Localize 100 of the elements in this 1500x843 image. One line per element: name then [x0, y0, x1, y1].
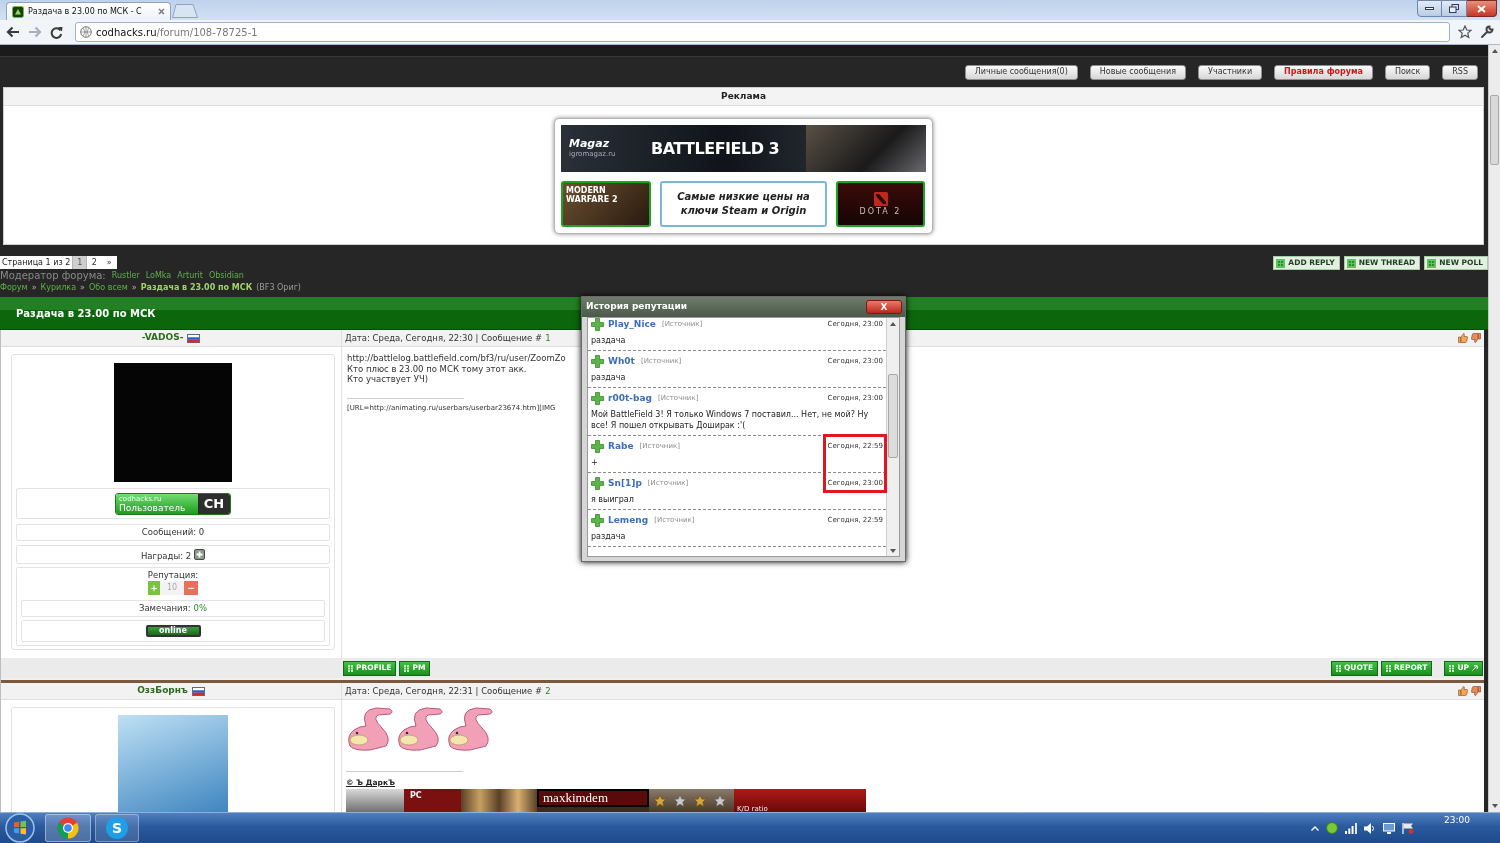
user-link[interactable]: Sn[1]p: [608, 476, 642, 491]
game-logo-icon: [873, 192, 888, 206]
scrollbar-thumb[interactable]: [888, 374, 898, 458]
scroll-up-icon[interactable]: [890, 321, 896, 326]
arrow-icon: [1472, 665, 1478, 671]
nav-button[interactable]: Личные сообщения(0): [964, 64, 1078, 80]
star-icon[interactable]: [1458, 25, 1472, 39]
address-field[interactable]: codhacks.ru/forum/108-78725-1: [75, 22, 1450, 42]
moderator-link[interactable]: LoMka: [145, 272, 172, 280]
globe-icon: [80, 26, 92, 38]
thumbs-down-icon[interactable]: [1471, 333, 1481, 343]
user-link[interactable]: Rabe: [608, 439, 634, 454]
sticker-image: [396, 706, 446, 753]
promo-text: Самые низкие цены на ключи Steam и Origin: [676, 190, 811, 218]
moderator-link[interactable]: Obsidian: [208, 272, 244, 280]
sticker-image: [346, 706, 396, 753]
scrollbar-thumb[interactable]: [1490, 95, 1499, 165]
plus-icon[interactable]: [591, 514, 604, 527]
thumbs-up-icon[interactable]: [1458, 686, 1468, 696]
scroll-down-icon[interactable]: [890, 548, 896, 553]
grip-icon: [1336, 664, 1341, 672]
post-number[interactable]: 2: [545, 684, 551, 698]
user-link[interactable]: r00t-bag: [608, 391, 652, 406]
monitor-icon[interactable]: [1383, 822, 1396, 834]
minimize-button[interactable]: [1417, 0, 1442, 17]
author-name[interactable]: ОззБорнъ: [137, 684, 188, 698]
flag-icon[interactable]: [1402, 822, 1415, 834]
plus-icon[interactable]: [591, 477, 604, 490]
taskbar-button[interactable]: [45, 814, 91, 842]
nav-button[interactable]: Новые сообщения: [1089, 64, 1187, 80]
grip-icon: [1449, 664, 1455, 672]
close-icon: [1477, 4, 1486, 13]
breadcrumb-link[interactable]: Обо всем: [89, 284, 128, 292]
reputation-value: 10: [160, 581, 184, 595]
online-badge: online: [145, 625, 201, 637]
game-label: MODERN WARFARE 2: [566, 186, 619, 204]
breadcrumb-separator: »: [80, 284, 85, 292]
star-icon: [713, 793, 727, 808]
breadcrumb-separator: »: [131, 284, 137, 292]
signal-icon[interactable]: [1345, 822, 1358, 834]
start-orb-icon[interactable]: [5, 813, 35, 843]
speaker-icon[interactable]: [1364, 822, 1377, 834]
warnings-value: 0%: [193, 602, 208, 615]
comment-text: раздача: [591, 531, 626, 542]
reputation-label: Репутация:: [147, 570, 199, 580]
grip-icon: [348, 664, 353, 672]
close-button[interactable]: X: [866, 300, 902, 314]
rep-minus-button[interactable]: −: [184, 581, 198, 595]
taskbar-button[interactable]: S: [95, 814, 139, 842]
plus-square-icon[interactable]: [194, 549, 206, 560]
back-icon[interactable]: [6, 26, 20, 38]
status-dot-icon[interactable]: [1326, 822, 1339, 834]
star-icon: [653, 793, 667, 808]
breadcrumb-current: Раздача в 23.00 по МСК: [140, 284, 253, 292]
comment-text: +: [591, 457, 598, 468]
sticker-image: [446, 706, 496, 753]
page-scrollbar[interactable]: [1488, 45, 1500, 812]
flag-icon: [187, 333, 201, 343]
reload-icon[interactable]: [50, 25, 63, 39]
clock[interactable]: 23:00: [1444, 816, 1470, 825]
close-window-button[interactable]: [1467, 0, 1497, 17]
post-meta: Дата: Среда, Сегодня, 22:30 | Сообщение #: [345, 331, 543, 345]
wrench-icon[interactable]: [1480, 25, 1494, 39]
post-number[interactable]: 1: [545, 331, 551, 345]
nav-button[interactable]: Правила форума: [1274, 64, 1373, 80]
plus-icon[interactable]: [591, 440, 604, 453]
moderator-link[interactable]: Arturit: [177, 272, 203, 280]
nav-button[interactable]: RSS: [1442, 64, 1478, 80]
platform-label: PC: [404, 789, 461, 812]
grid-icon: [1276, 258, 1286, 268]
thumbs-up-icon[interactable]: [1458, 333, 1468, 343]
scroll-up-icon[interactable]: [1491, 49, 1498, 53]
page-button[interactable]: 1: [72, 256, 88, 269]
user-link[interactable]: Wh0t: [608, 354, 635, 369]
nav-button[interactable]: Поиск: [1384, 64, 1431, 80]
helmet-image: [346, 789, 404, 812]
user-link[interactable]: Lemeng: [608, 513, 649, 528]
author-name[interactable]: -VADOS-: [141, 331, 184, 345]
dialog-scrollbar[interactable]: [886, 318, 899, 556]
comment-text: я выиграл: [591, 494, 634, 505]
scroll-down-icon[interactable]: [1491, 804, 1498, 808]
breadcrumb-link[interactable]: Курилка: [40, 284, 77, 292]
post-text: Кто участвует УЧ): [347, 374, 429, 385]
breadcrumb-separator: »: [31, 284, 37, 292]
chevron-up-icon[interactable]: [1311, 825, 1320, 831]
nav-button[interactable]: Участники: [1198, 64, 1263, 80]
restore-button[interactable]: [1442, 0, 1467, 17]
star-icon: [693, 793, 707, 808]
close-icon[interactable]: [158, 8, 165, 15]
breadcrumb-link[interactable]: Форум: [0, 284, 28, 292]
user-link[interactable]: Play_Nice: [608, 318, 656, 332]
plus-icon[interactable]: [591, 392, 604, 405]
browser-tab[interactable]: Раздача в 23.00 по МСК - C: [6, 2, 171, 20]
grid-icon: [1427, 258, 1437, 268]
thumbs-down-icon[interactable]: [1471, 686, 1481, 696]
plus-icon[interactable]: [591, 355, 604, 368]
message-count: Сообщений: 0: [141, 526, 205, 539]
plus-icon[interactable]: [591, 318, 604, 331]
moderator-link[interactable]: Rustler: [111, 272, 140, 280]
site-logo-icon: [12, 5, 24, 18]
